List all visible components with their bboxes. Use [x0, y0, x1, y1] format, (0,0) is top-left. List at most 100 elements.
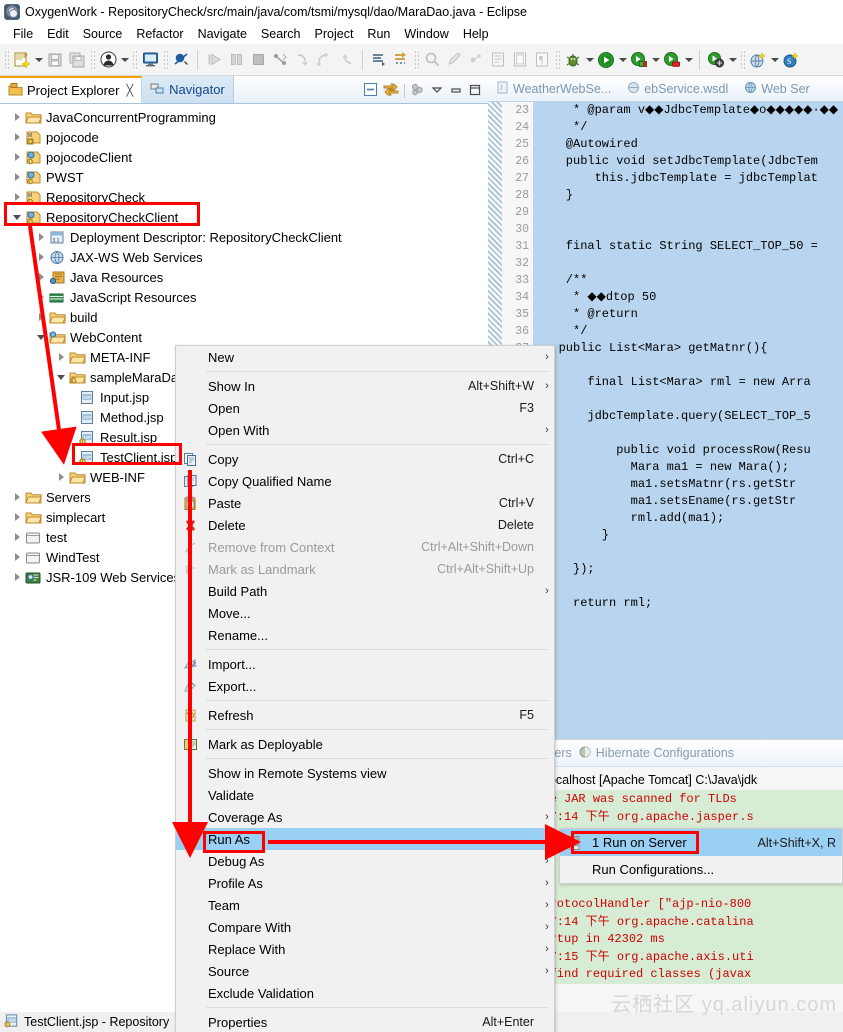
view-filters-icon[interactable]: [410, 82, 425, 100]
run-external-tools-dropdown-arrow[interactable]: [650, 48, 661, 72]
menu-item-delete[interactable]: Delete Delete: [176, 514, 554, 536]
profile-dropdown-arrow[interactable]: [683, 48, 694, 72]
twisty-right-icon[interactable]: [10, 487, 24, 507]
menu-item-open-with[interactable]: Open With ›: [176, 419, 554, 441]
open-console-icon[interactable]: [139, 48, 161, 72]
toolbar-grip[interactable]: [4, 49, 9, 70]
menu-item-rename[interactable]: Rename...: [176, 624, 554, 646]
menu-help[interactable]: Help: [456, 26, 496, 42]
twisty-right-icon[interactable]: [34, 227, 48, 247]
editor-tab-ebservice-wsdl[interactable]: ebService.wsdl: [619, 76, 736, 101]
new-wizard-dropdown-arrow[interactable]: [33, 48, 44, 72]
tree-row-pojocode[interactable]: M! pojocode: [0, 127, 488, 147]
menu-item-paste[interactable]: Paste Ctrl+V: [176, 492, 554, 514]
skip-breakpoints-icon[interactable]: [170, 48, 192, 72]
new-ejb-icon[interactable]: S: [780, 48, 802, 72]
tree-row-deployment-descriptor[interactable]: 3.1 Deployment Descriptor: RepositoryChe…: [0, 227, 488, 247]
tree-row-repositorycheck[interactable]: M! RepositoryCheck: [0, 187, 488, 207]
twisty-down-icon[interactable]: [34, 327, 48, 347]
link-with-editor-icon[interactable]: [383, 82, 399, 100]
toolbar-grip-7[interactable]: [740, 49, 745, 70]
user-profile-icon[interactable]: [97, 48, 119, 72]
twisty-right-icon[interactable]: [34, 247, 48, 267]
menu-item-debug-as[interactable]: Debug As ›: [176, 850, 554, 872]
submenu-item-run-on-server[interactable]: 1 Run on Server Alt+Shift+X, R: [560, 829, 842, 856]
menu-item-source[interactable]: Source ›: [176, 960, 554, 982]
menu-item-team[interactable]: Team ›: [176, 894, 554, 916]
twisty-right-icon[interactable]: [10, 127, 24, 147]
tree-row-pwst[interactable]: ! PWST: [0, 167, 488, 187]
menu-item-mark-as-deployable[interactable]: Mark as Deployable: [176, 733, 554, 755]
twisty-right-icon[interactable]: [54, 467, 68, 487]
view-menu-icon[interactable]: [430, 83, 444, 100]
menu-item-show-in[interactable]: Show In Alt+Shift+W ›: [176, 375, 554, 397]
menu-item-show-in-remote-systems-view[interactable]: Show in Remote Systems view: [176, 762, 554, 784]
menu-item-copy-qualified-name[interactable]: Copy Qualified Name: [176, 470, 554, 492]
twisty-right-icon[interactable]: [10, 507, 24, 527]
user-profile-dropdown-arrow[interactable]: [119, 48, 130, 72]
menu-item-properties[interactable]: Properties Alt+Enter: [176, 1011, 554, 1032]
tab-navigator[interactable]: Navigator: [142, 76, 234, 103]
previous-annotation-icon[interactable]: [390, 48, 412, 72]
new-wizard-icon[interactable]: [11, 48, 33, 72]
next-annotation-icon[interactable]: [368, 48, 390, 72]
toolbar-grip-2[interactable]: [90, 49, 95, 70]
twisty-right-icon[interactable]: [34, 287, 48, 307]
twisty-right-icon[interactable]: [10, 547, 24, 567]
menu-refactor[interactable]: Refactor: [129, 26, 190, 42]
run-external-tools-icon[interactable]: [628, 48, 650, 72]
new-web-service-icon[interactable]: [747, 48, 769, 72]
coverage-icon[interactable]: [705, 48, 727, 72]
debug-icon[interactable]: [562, 48, 584, 72]
menu-item-refresh[interactable]: Refresh F5: [176, 704, 554, 726]
tree-row-jaxws-web-services[interactable]: JAX-WS Web Services: [0, 247, 488, 267]
tree-row-repositorycheckclient[interactable]: ! RepositoryCheckClient: [0, 207, 488, 227]
tab-hibernate-configurations[interactable]: Hibernate Configurations: [578, 745, 734, 762]
save-all-icon[interactable]: [66, 48, 88, 72]
menu-search[interactable]: Search: [254, 26, 308, 42]
menu-navigate[interactable]: Navigate: [191, 26, 254, 42]
submenu-item-run-configurations[interactable]: Run Configurations...: [560, 856, 842, 883]
twisty-right-icon[interactable]: [10, 187, 24, 207]
menu-run[interactable]: Run: [360, 26, 397, 42]
twisty-right-icon[interactable]: [10, 527, 24, 547]
menu-item-new[interactable]: New ›: [176, 346, 554, 368]
menu-item-export[interactable]: Export...: [176, 675, 554, 697]
run-as-submenu[interactable]: 1 Run on Server Alt+Shift+X, R Run Confi…: [559, 828, 843, 884]
menu-item-open[interactable]: Open F3: [176, 397, 554, 419]
close-icon[interactable]: ╳: [126, 84, 133, 97]
twisty-down-icon[interactable]: [54, 367, 68, 387]
menu-item-copy[interactable]: Copy Ctrl+C: [176, 448, 554, 470]
run-icon[interactable]: [595, 48, 617, 72]
menu-item-profile-as[interactable]: Profile As ›: [176, 872, 554, 894]
toolbar-grip-5[interactable]: [414, 49, 419, 70]
collapse-all-icon[interactable]: [363, 82, 378, 100]
editor-tab-weatherwebservice[interactable]: J WeatherWebSe...: [488, 76, 619, 101]
menu-item-exclude-validation[interactable]: Exclude Validation: [176, 982, 554, 1004]
twisty-right-icon[interactable]: [10, 107, 24, 127]
tree-row-build[interactable]: build: [0, 307, 488, 327]
twisty-right-icon[interactable]: [10, 147, 24, 167]
twisty-right-icon[interactable]: [34, 307, 48, 327]
save-icon[interactable]: [44, 48, 66, 72]
new-web-service-dropdown-arrow[interactable]: [769, 48, 780, 72]
twisty-right-icon[interactable]: [10, 167, 24, 187]
menu-item-build-path[interactable]: Build Path ›: [176, 580, 554, 602]
menu-item-run-as[interactable]: Run As ›: [176, 828, 554, 850]
toolbar-grip-6[interactable]: [555, 49, 560, 70]
menu-item-coverage-as[interactable]: Coverage As ›: [176, 806, 554, 828]
twisty-right-icon[interactable]: [10, 567, 24, 587]
tab-project-explorer[interactable]: Project Explorer ╳: [0, 76, 143, 103]
tree-row-javascript-resources[interactable]: JavaScript Resources: [0, 287, 488, 307]
twisty-right-icon[interactable]: [34, 267, 48, 287]
editor-code-area[interactable]: * @param v◆◆JdbcTemplate◆ᴏ◆◆◆◆◆·◆◆ */ @A…: [533, 102, 843, 739]
maximize-icon[interactable]: [468, 83, 482, 100]
menu-edit[interactable]: Edit: [40, 26, 76, 42]
menu-item-compare-with[interactable]: Compare With ›: [176, 916, 554, 938]
minimize-icon[interactable]: [449, 83, 463, 100]
coverage-dropdown-arrow[interactable]: [727, 48, 738, 72]
twisty-right-icon[interactable]: [54, 347, 68, 367]
menu-source[interactable]: Source: [76, 26, 130, 42]
run-dropdown-arrow[interactable]: [617, 48, 628, 72]
twisty-down-icon[interactable]: [10, 207, 24, 227]
